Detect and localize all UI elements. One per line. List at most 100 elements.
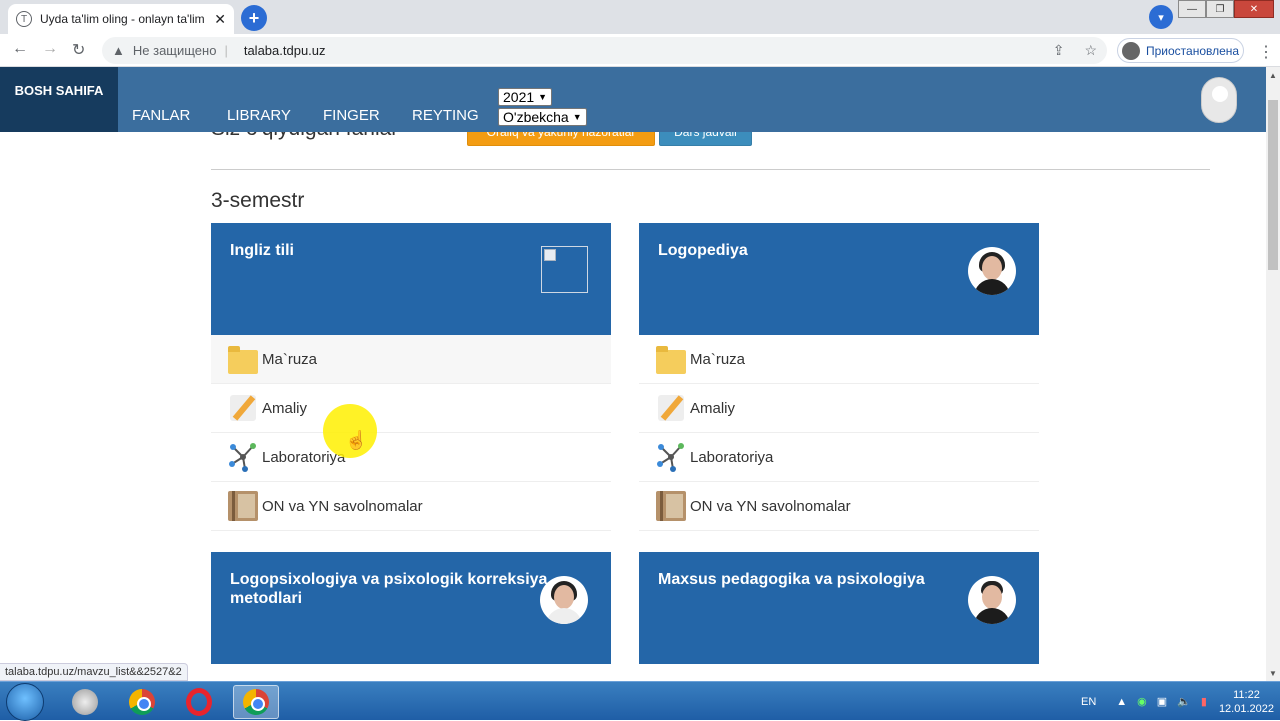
chevron-down-icon: ▼ xyxy=(538,92,548,102)
scroll-down-icon[interactable]: ▼ xyxy=(1269,669,1277,678)
nav-library[interactable]: LIBRARY xyxy=(227,107,291,124)
item-label: Ma`ruza xyxy=(262,350,318,368)
list-item[interactable]: Ma`ruza xyxy=(639,335,1039,384)
chevron-down-icon: ▼ xyxy=(572,112,582,122)
list-item[interactable]: ON va YN savolnomalar xyxy=(639,482,1039,531)
language-select-value: O'zbekcha xyxy=(503,109,569,125)
divider xyxy=(211,169,1210,170)
brand-link[interactable]: BOSH SAHIFA xyxy=(0,67,118,132)
reload-icon[interactable]: ↻ xyxy=(72,40,85,60)
teacher-avatar xyxy=(968,576,1016,624)
language-select[interactable]: O'zbekcha ▼ xyxy=(498,108,587,126)
maximize-icon[interactable]: ❐ xyxy=(1206,0,1234,18)
minimize-icon[interactable]: — xyxy=(1178,0,1206,18)
system-tray: EN ▲ ◉ ▣ 🔈 ▮ 11:22 12.01.2022 xyxy=(1081,682,1274,721)
subject-card-header[interactable]: Ingliz tili xyxy=(211,223,611,335)
semester-heading: 3-semestr xyxy=(211,189,305,212)
pencil-icon xyxy=(228,393,258,423)
status-url: talaba.tdpu.uz/mavzu_list&&2527&2 xyxy=(0,663,188,681)
clock-time: 11:22 xyxy=(1233,688,1260,701)
url-text: talaba.tdpu.uz xyxy=(243,43,326,58)
nav-finger[interactable]: FINGER xyxy=(323,107,380,124)
start-button[interactable] xyxy=(6,683,44,721)
address-bar[interactable]: ▲ Не защищено | talaba.tdpu.uz ⇪ ☆ xyxy=(102,37,1107,64)
user-avatar[interactable] xyxy=(1201,77,1237,123)
item-label: ON va YN savolnomalar xyxy=(690,497,851,515)
folder-icon xyxy=(656,346,686,374)
notebook-icon xyxy=(228,491,258,521)
item-label: Laboratoriya xyxy=(690,448,774,466)
new-tab-button[interactable]: + xyxy=(241,5,267,31)
taskbar-app-opera[interactable] xyxy=(176,685,222,719)
browser-toolbar: ← → ↻ ▲ Не защищено | talaba.tdpu.uz ⇪ ☆… xyxy=(0,34,1280,67)
item-label: Amaliy xyxy=(690,399,736,417)
item-label: Amaliy xyxy=(262,399,308,417)
clock-date: 12.01.2022 xyxy=(1218,702,1274,715)
more-menu-icon[interactable]: ⋮ xyxy=(1258,42,1274,62)
os-taskbar: EN ▲ ◉ ▣ 🔈 ▮ 11:22 12.01.2022 xyxy=(0,681,1280,721)
subject-title: Logopediya xyxy=(658,242,748,259)
taskbar-app-chrome-active[interactable] xyxy=(233,685,279,719)
teacher-avatar xyxy=(968,247,1016,295)
paint-icon xyxy=(72,689,98,715)
list-item[interactable]: Ma`ruza xyxy=(211,335,611,384)
item-label: ON va YN savolnomalar xyxy=(262,497,423,515)
folder-icon xyxy=(228,346,258,374)
favicon-icon: T xyxy=(16,11,32,27)
scroll-up-icon[interactable]: ▲ xyxy=(1269,71,1277,80)
subject-card-header[interactable]: Maxsus pedagogika va psixologiya xyxy=(639,552,1039,664)
security-label: Не защищено xyxy=(132,43,217,58)
bookmark-star-icon[interactable]: ☆ xyxy=(1084,42,1097,59)
subject-title: Ingliz tili xyxy=(230,242,294,259)
back-icon[interactable]: ← xyxy=(12,40,28,58)
warning-icon: ▲ xyxy=(112,43,125,58)
list-item[interactable]: Laboratoriya xyxy=(211,433,611,482)
close-window-icon[interactable]: ✕ xyxy=(1234,0,1274,18)
pencil-icon xyxy=(656,393,686,423)
scrollbar-thumb[interactable] xyxy=(1268,100,1278,270)
browser-tab[interactable]: T Uyda ta'lim oling - onlayn ta'lim ✕ xyxy=(8,4,234,34)
network-status-icon[interactable]: ◉ xyxy=(1137,695,1147,708)
forward-icon[interactable]: → xyxy=(42,40,58,58)
notebook-icon xyxy=(656,491,686,521)
list-item[interactable]: Laboratoriya xyxy=(639,433,1039,482)
year-select-value: 2021 xyxy=(503,89,535,105)
list-item[interactable]: ON va YN savolnomalar xyxy=(211,482,611,531)
subject-title: Logopsixologiya va psixologik korreksiya… xyxy=(230,571,548,607)
tab-title: Uyda ta'lim oling - onlayn ta'lim xyxy=(40,12,205,26)
taskbar-app-paint[interactable] xyxy=(62,685,108,719)
year-select[interactable]: 2021 ▼ xyxy=(498,88,553,106)
display-icon[interactable]: ▣ xyxy=(1157,695,1167,708)
list-item[interactable]: Amaliy xyxy=(639,384,1039,433)
omnibox-separator: | xyxy=(224,43,228,58)
browser-tab-strip: T Uyda ta'lim oling - onlayn ta'lim ✕ + … xyxy=(0,0,1280,34)
close-tab-icon[interactable]: ✕ xyxy=(214,11,226,28)
hand-cursor-icon: ☝ xyxy=(345,430,368,450)
clock[interactable]: 11:22 12.01.2022 xyxy=(1219,688,1274,716)
profile-button[interactable]: Приостановлена xyxy=(1117,38,1244,63)
site-navbar: BOSH SAHIFA FANLAR LIBRARY FINGER REYTIN… xyxy=(0,67,1266,132)
item-label: Ma`ruza xyxy=(690,350,746,368)
volume-icon[interactable]: 🔈 xyxy=(1177,695,1191,708)
language-indicator[interactable]: EN xyxy=(1081,696,1096,708)
subject-card-header[interactable]: Logopsixologiya va psixologik korreksiya… xyxy=(211,552,611,664)
web-page: BOSH SAHIFA FANLAR LIBRARY FINGER REYTIN… xyxy=(0,67,1266,681)
tab-search-icon[interactable]: ▾ xyxy=(1149,5,1173,29)
chrome-icon xyxy=(129,689,155,715)
list-item[interactable]: Amaliy xyxy=(211,384,611,433)
chrome-icon xyxy=(243,689,269,715)
nav-reyting[interactable]: REYTING xyxy=(412,107,479,124)
opera-icon xyxy=(186,688,212,716)
share-icon[interactable]: ⇪ xyxy=(1053,42,1065,59)
broken-image-icon xyxy=(541,246,588,293)
taskbar-app-chrome[interactable] xyxy=(119,685,165,719)
network-icon xyxy=(656,442,686,472)
tray-expand-icon[interactable]: ▲ xyxy=(1116,696,1127,708)
window-controls: — ❐ ✕ xyxy=(1178,0,1274,18)
power-icon[interactable]: ▮ xyxy=(1201,695,1207,708)
network-icon xyxy=(228,442,258,472)
page-scrollbar[interactable]: ▲ ▼ xyxy=(1266,67,1280,681)
teacher-avatar xyxy=(540,576,588,624)
subject-card-header[interactable]: Logopediya xyxy=(639,223,1039,335)
nav-fanlar[interactable]: FANLAR xyxy=(132,107,190,124)
